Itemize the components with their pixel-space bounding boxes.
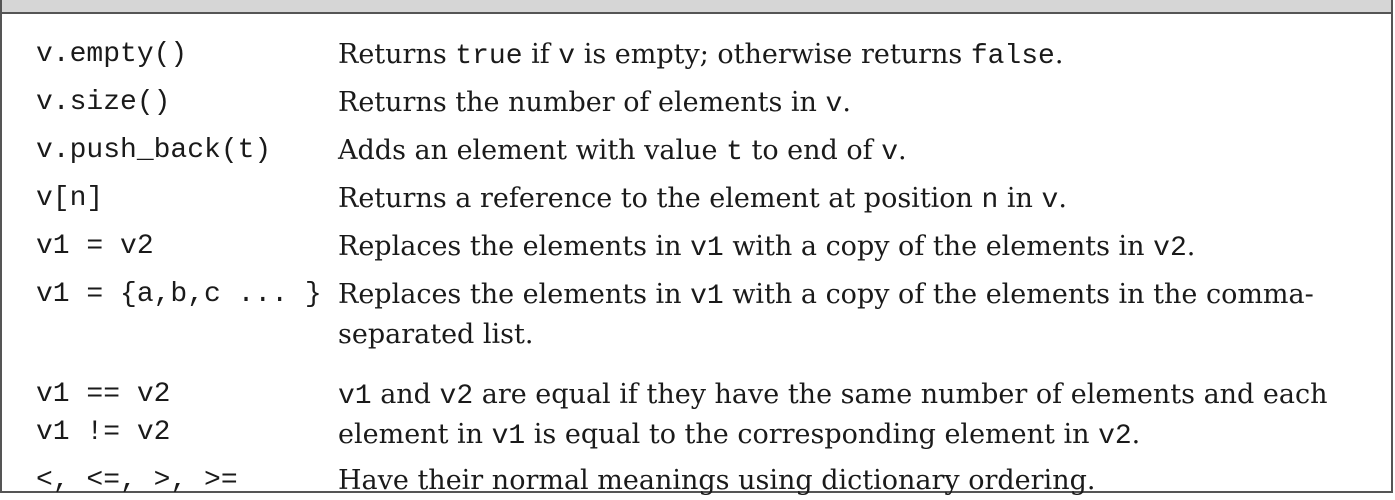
description-text: is equal to the corresponding element in	[525, 419, 1099, 450]
description-text: .	[1131, 419, 1141, 450]
description-cell: Replaces the elements in v1 with a copy …	[338, 228, 1391, 268]
code-fragment: n	[981, 185, 999, 216]
operation-cell: <, <=, >, >=	[36, 465, 238, 496]
operations-table: v.empty() Returns true if v is empty; oth…	[0, 0, 1393, 496]
code-fragment: v2	[439, 381, 474, 412]
table-row: v.empty() Returns true if v is empty; oth…	[2, 36, 1391, 76]
code-fragment: v	[825, 89, 843, 120]
description-cell: v1 and v2 are equal if they have the sam…	[338, 376, 1391, 456]
description-text: Have their normal meanings using diction…	[338, 465, 1096, 496]
code-fragment: v1	[491, 421, 526, 452]
operation-cell: v.push_back(t)	[36, 135, 272, 166]
code-fragment: v	[881, 137, 899, 168]
description-text: Returns	[338, 39, 456, 70]
description-text: .	[1054, 39, 1064, 70]
code-fragment: v	[1041, 185, 1059, 216]
description-text: .	[898, 135, 907, 166]
operation-cell: v.size()	[36, 87, 171, 118]
description-text: and	[371, 379, 440, 410]
description-text: Replaces the elements in	[338, 279, 691, 310]
description-text: to end of	[742, 135, 882, 166]
description-cell: Returns true if v is empty; otherwise re…	[338, 36, 1391, 76]
code-fragment: v1	[690, 233, 724, 264]
description-cell: Returns the number of elements in v.	[338, 84, 1391, 124]
table-row: v.size() Returns the number of elements i…	[2, 84, 1391, 124]
description-cell: Replaces the elements in v1 with a copy …	[338, 276, 1391, 354]
table-row: v1 == v2 v1 != v2 v1 and v2 are equal if …	[2, 376, 1391, 456]
table-row: v.push_back(t) Adds an element with value…	[2, 132, 1391, 172]
code-fragment: v	[558, 41, 576, 72]
description-text: in	[998, 183, 1042, 214]
table-row: v1 = {a,b,c ... } Replaces the elements i…	[2, 276, 1391, 354]
table-row: v1 = v2 Replaces the elements in v1 with …	[2, 228, 1391, 268]
description-text: if	[522, 39, 559, 70]
table-body: v.empty() Returns true if v is empty; oth…	[2, 36, 1391, 500]
code-fragment: false	[970, 41, 1055, 72]
code-fragment: v1	[690, 281, 724, 312]
description-text: .	[1058, 183, 1067, 214]
table-row: v[n] Returns a reference to the element a…	[2, 180, 1391, 220]
code-fragment: true	[455, 41, 523, 72]
operation-cell: v1 = v2	[36, 231, 154, 262]
description-text: .	[1186, 231, 1196, 262]
description-text: with a copy of the elements in	[723, 231, 1154, 262]
description-text: Replaces the elements in	[338, 231, 691, 262]
description-text: is empty; otherwise returns	[575, 39, 971, 70]
table-header-band	[2, 0, 1391, 14]
description-text: Adds an element with value	[338, 135, 727, 166]
operation-cell: v1 = {a,b,c ... }	[36, 279, 322, 310]
description-text: .	[842, 87, 851, 118]
code-fragment: v2	[1153, 233, 1187, 264]
description-text: Returns the number of elements in	[338, 87, 826, 118]
description-text: Returns a reference to the element at po…	[338, 183, 982, 214]
description-cell: Returns a reference to the element at po…	[338, 180, 1391, 220]
code-fragment: t	[726, 137, 743, 168]
description-cell: Adds an element with value t to end of v…	[338, 132, 1391, 172]
operation-cell: v1 == v2 v1 != v2	[36, 379, 171, 448]
table-row: <, <=, >, >= Have their normal meanings u…	[2, 462, 1391, 500]
operation-cell: v.empty()	[36, 39, 188, 70]
operation-cell: v[n]	[36, 183, 104, 214]
description-cell: Have their normal meanings using diction…	[338, 462, 1391, 500]
code-fragment: v1	[338, 381, 372, 412]
code-fragment: v2	[1098, 421, 1132, 452]
